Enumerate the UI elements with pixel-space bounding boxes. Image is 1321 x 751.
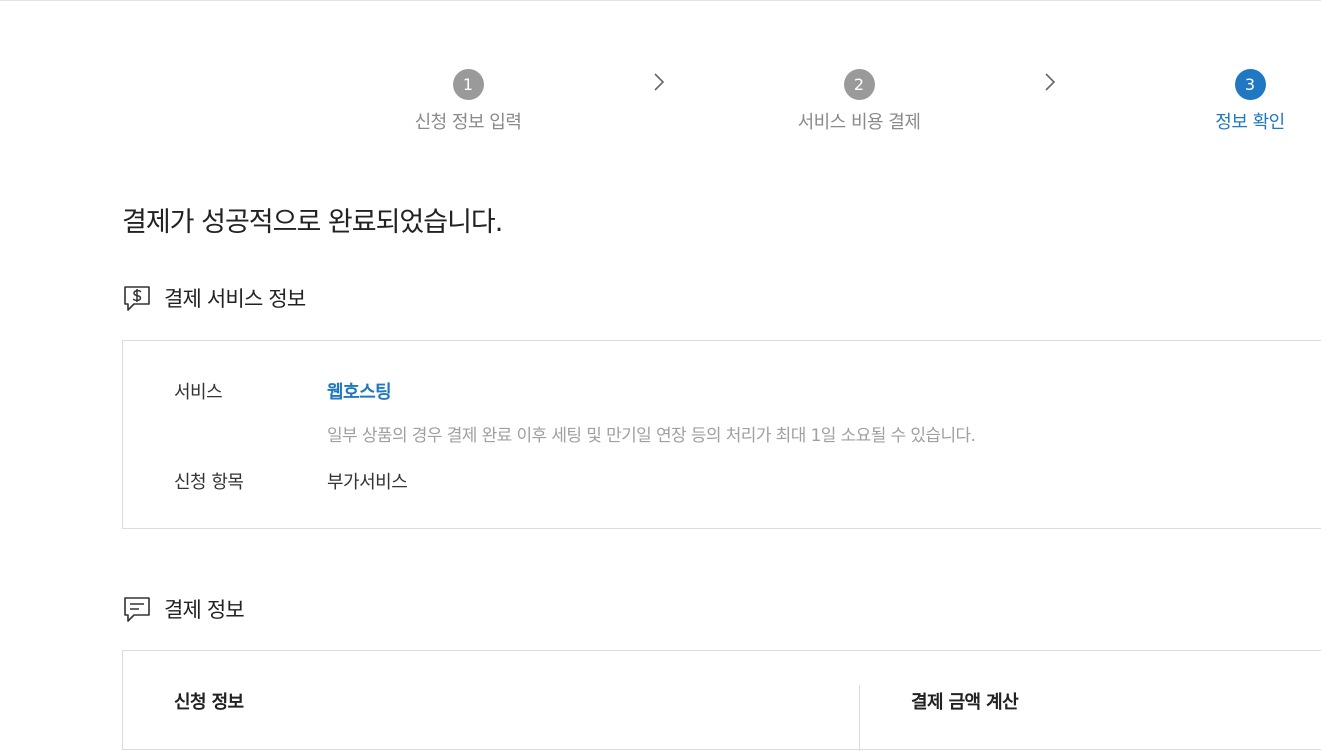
apply-item-label: 신청 항목 [174, 472, 244, 493]
dollar-speech-bubble-icon [124, 286, 150, 311]
step-number: 1 [452, 69, 484, 100]
step-apply-info: 1 신청 정보 입력 [368, 69, 568, 135]
payment-section-title: 결제 정보 [122, 594, 245, 624]
service-section-title: 결제 서비스 정보 [122, 283, 306, 313]
apply-item-value: 부가서비스 [327, 472, 408, 493]
processing-notice: 일부 상품의 경우 결제 완료 이후 세팅 및 만기일 연장 등의 처리가 최대… [327, 426, 976, 446]
step-number: 3 [1234, 69, 1266, 100]
section-title-text: 결제 서비스 정보 [164, 287, 306, 311]
service-label: 서비스 [174, 382, 223, 403]
column-divider [859, 685, 860, 751]
service-info-card: 서비스 웹호스팅 일부 상품의 경우 결제 완료 이후 세팅 및 만기일 연장 … [122, 340, 1321, 529]
step-label: 서비스 비용 결제 [797, 112, 921, 133]
message-lines-icon [124, 597, 150, 622]
section-title-text: 결제 정보 [164, 598, 245, 622]
payment-info-card: 신청 정보 결제 금액 계산 [122, 650, 1321, 751]
step-number: 2 [843, 69, 875, 100]
apply-info-heading: 신청 정보 [174, 692, 244, 713]
step-label: 신청 정보 입력 [414, 112, 522, 133]
step-confirm: 3 정보 확인 [1150, 69, 1321, 135]
chevron-right-icon [654, 73, 665, 91]
service-value: 웹호스팅 [327, 382, 392, 403]
step-payment: 2 서비스 비용 결제 [759, 69, 959, 135]
payment-calc-heading: 결제 금액 계산 [911, 692, 1019, 713]
chevron-right-icon [1045, 73, 1056, 91]
step-label: 정보 확인 [1215, 112, 1285, 133]
progress-stepper: 1 신청 정보 입력 2 서비스 비용 결제 3 정보 확인 [0, 0, 1321, 150]
page-title: 결제가 성공적으로 완료되었습니다. [122, 207, 503, 238]
